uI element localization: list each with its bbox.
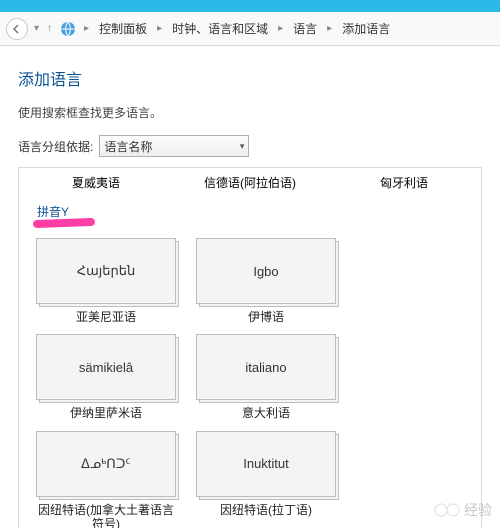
language-tile-inuktitut-syllabics[interactable]: ᐃᓄᒃᑎᑐᑦ [36, 431, 176, 497]
tile-grid: Հայերեն 亚美尼亚语 Igbo 伊博语 sämikielâ 伊纳里萨米语 [19, 222, 481, 528]
tile-native-label: italiano [196, 334, 336, 400]
tile-caption: 伊纳里萨米语 [70, 406, 142, 420]
breadcrumb-item[interactable]: 语言 [289, 20, 321, 37]
group-label: 拼音Y [19, 195, 481, 222]
group-by-row: 语言分组依据: 语言名称 ▾ [18, 135, 482, 157]
window-titlebar [0, 0, 500, 12]
group-by-select[interactable]: 语言名称 ▾ [99, 135, 249, 157]
select-value: 语言名称 [104, 138, 152, 155]
language-grid: 夏威夷语 信德语(阿拉伯语) 匈牙利语 拼音Y Հայերեն 亚美尼亚语 Ig… [18, 167, 482, 528]
language-tile-italian[interactable]: italiano [196, 334, 336, 400]
previous-group-captions: 夏威夷语 信德语(阿拉伯语) 匈牙利语 [19, 168, 481, 195]
page-title: 添加语言 [18, 66, 482, 90]
dropdown-icon: ▾ [32, 23, 41, 34]
up-icon[interactable]: ↑ [45, 23, 54, 34]
tile-native-label: Հայերեն [36, 238, 176, 304]
breadcrumb-item[interactable]: 控制面板 [95, 20, 151, 37]
breadcrumb-item[interactable]: 添加语言 [338, 20, 394, 37]
tile-caption: 夏威夷语 [26, 174, 166, 191]
tile-caption: 因纽特语(加拿大土著语言符号) [33, 503, 179, 528]
tile-native-label: Igbo [196, 238, 336, 304]
chevron-right-icon: ▸ [155, 23, 164, 34]
tile-caption: 意大利语 [242, 406, 290, 420]
tile-caption: 信德语(阿拉伯语) [180, 174, 320, 191]
tile-native-label: sämikielâ [36, 334, 176, 400]
chevron-right-icon: ▸ [82, 23, 91, 34]
hint-text: 使用搜索框查找更多语言。 [18, 104, 482, 121]
chevron-down-icon: ▾ [240, 141, 245, 152]
language-tile-igbo[interactable]: Igbo [196, 238, 336, 304]
globe-icon [58, 19, 78, 39]
tile-native-label: ᐃᓄᒃᑎᑐᑦ [36, 431, 176, 497]
breadcrumb-bar: ▾ ↑ ▸ 控制面板 ▸ 时钟、语言和区域 ▸ 语言 ▸ 添加语言 [0, 12, 500, 46]
language-tile-inari-sami[interactable]: sämikielâ [36, 334, 176, 400]
language-tile-inuktitut-latin[interactable]: Inuktitut [196, 431, 336, 497]
breadcrumb-item[interactable]: 时钟、语言和区域 [168, 20, 272, 37]
chevron-right-icon: ▸ [325, 23, 334, 34]
tile-caption: 伊博语 [248, 310, 284, 324]
tile-caption: 因纽特语(拉丁语) [220, 503, 312, 517]
language-tile-armenian[interactable]: Հայերեն [36, 238, 176, 304]
content-area: 添加语言 使用搜索框查找更多语言。 语言分组依据: 语言名称 ▾ 夏威夷语 信德… [0, 46, 500, 528]
chevron-right-icon: ▸ [276, 23, 285, 34]
back-button[interactable] [6, 18, 28, 40]
tile-caption: 亚美尼亚语 [76, 310, 136, 324]
tile-caption: 匈牙利语 [334, 174, 474, 191]
tile-native-label: Inuktitut [196, 431, 336, 497]
group-by-label: 语言分组依据: [18, 138, 93, 155]
